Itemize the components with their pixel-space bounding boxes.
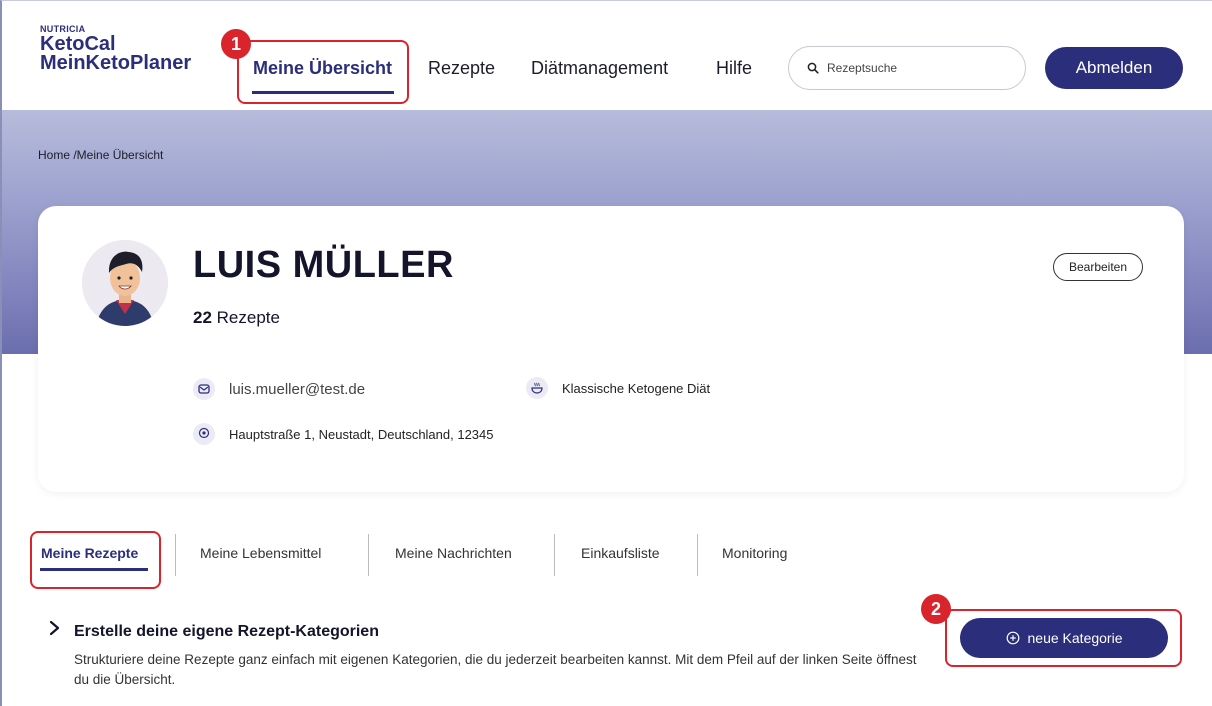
tab-divider (554, 534, 555, 576)
avatar (82, 240, 168, 326)
nav-hilfe[interactable]: Hilfe (716, 58, 752, 79)
tab-divider (175, 534, 176, 576)
location-pin-icon (193, 423, 215, 445)
nav-active-underline (252, 91, 394, 94)
tab-einkaufsliste[interactable]: Einkaufsliste (581, 545, 660, 561)
category-section-title: Erstelle deine eigene Rezept-Kategorien (74, 623, 379, 640)
tab-divider (368, 534, 369, 576)
tab-active-underline (40, 568, 148, 571)
top-header: NUTRICIA KetoCal MeinKetoPlaner Meine Üb… (0, 0, 1212, 110)
nav-rezepte[interactable]: Rezepte (428, 58, 495, 79)
profile-address: Hauptstraße 1, Neustadt, Deutschland, 12… (229, 426, 494, 442)
diet-row: Klassische Ketogene Diät (526, 377, 710, 399)
chevron-right-icon[interactable] (48, 620, 62, 641)
tab-meine-lebensmittel[interactable]: Meine Lebensmittel (200, 545, 321, 561)
plus-circle-icon (1006, 631, 1019, 645)
profile-name: LUIS MÜLLER (193, 244, 454, 286)
nav-meine-uebersicht[interactable]: Meine Übersicht (253, 58, 392, 79)
logout-button[interactable]: Abmelden (1045, 47, 1183, 89)
recipe-count: 22 Rezepte (193, 308, 280, 328)
email-row: luis.mueller@test.de (193, 378, 365, 400)
logo-brand-bottom: MeinKetoPlaner (40, 52, 192, 74)
recipe-count-label: Rezepte (216, 308, 280, 327)
tab-monitoring[interactable]: Monitoring (722, 545, 787, 561)
recipe-count-number: 22 (193, 308, 212, 327)
mail-icon (193, 378, 215, 400)
profile-email: luis.mueller@test.de (229, 380, 366, 398)
ketocal-logo[interactable]: NUTRICIA KetoCal MeinKetoPlaner (40, 24, 230, 104)
tab-meine-rezepte[interactable]: Meine Rezepte (41, 545, 138, 561)
bowl-icon (526, 377, 548, 399)
annotation-badge-1: 1 (221, 29, 251, 59)
address-row: Hauptstraße 1, Neustadt, Deutschland, 12… (193, 423, 494, 445)
edit-profile-button[interactable]: Bearbeiten (1053, 253, 1143, 281)
annotation-badge-2: 2 (921, 594, 951, 624)
new-category-label: neue Kategorie (1027, 630, 1123, 646)
breadcrumb[interactable]: Home /Meine Übersicht (38, 148, 163, 162)
tab-meine-nachrichten[interactable]: Meine Nachrichten (395, 545, 512, 561)
new-category-button[interactable]: neue Kategorie (960, 618, 1168, 658)
profile-diet: Klassische Ketogene Diät (562, 380, 711, 396)
search-icon (807, 62, 819, 74)
tab-divider (697, 534, 698, 576)
category-section-description: Strukturiere deine Rezepte ganz einfach … (74, 652, 917, 687)
avatar-illustration (82, 240, 168, 326)
search-box[interactable] (788, 46, 1026, 90)
nav-diaetmanagement[interactable]: Diätmanagement (531, 58, 668, 79)
search-input[interactable] (827, 61, 997, 75)
